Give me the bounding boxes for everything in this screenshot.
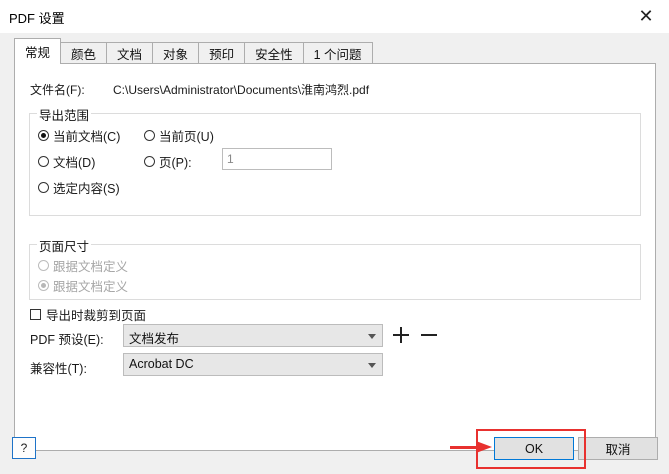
checkbox-unchecked-icon (30, 309, 41, 320)
filename-label: 文件名(F): (30, 83, 85, 97)
radio-checked-icon (38, 280, 49, 291)
radio-current-page-label: 当前页(U) (159, 130, 214, 144)
help-icon: ? (20, 441, 28, 455)
export-range-group: 导出范围 当前文档(C) 当前页(U) 文档(D) 页(P): 1 选定内容(S… (29, 105, 641, 216)
annotation-arrowhead-icon (476, 441, 492, 453)
radio-page-size-option-2[interactable]: 跟据文档定义 (38, 276, 128, 295)
ok-highlight-annotation (476, 429, 586, 469)
radio-current-page[interactable]: 当前页(U) (144, 126, 214, 145)
close-icon: ✕ (638, 5, 654, 26)
radio-documents[interactable]: 文档(D) (38, 152, 95, 171)
pdf-preset-value: 文档发布 (129, 332, 180, 346)
tab-security[interactable]: 安全性 (244, 42, 304, 64)
close-button[interactable]: ✕ (633, 4, 659, 28)
compatibility-label: 兼容性(T): (30, 362, 87, 376)
radio-pages[interactable]: 页(P): (144, 152, 192, 171)
tab-document[interactable]: 文档 (106, 42, 154, 64)
crop-to-page-checkbox[interactable]: 导出时裁剪到页面 (30, 305, 146, 324)
dialog-body: 常规 颜色 文档 对象 预印 安全性 1 个问题 文件名(F): C:\User… (0, 33, 669, 474)
compatibility-value: Acrobat DC (129, 357, 194, 371)
window-title: PDF 设置 (9, 11, 65, 26)
radio-page-size-option-1[interactable]: 跟据文档定义 (38, 256, 128, 275)
page-size-option-2-label: 跟据文档定义 (53, 280, 129, 294)
dropdown-arrow-icon (368, 334, 376, 339)
radio-unchecked-icon (38, 260, 49, 271)
filename-value: C:\Users\Administrator\Documents\淮南鸿烈.pd… (113, 83, 370, 97)
page-size-option-1-label: 跟据文档定义 (53, 260, 129, 274)
radio-unchecked-icon (38, 156, 49, 167)
tab-bar: 常规 颜色 文档 对象 预印 安全性 1 个问题 (14, 38, 373, 64)
tab-prepress[interactable]: 预印 (198, 42, 246, 64)
radio-checked-icon (38, 130, 49, 141)
radio-documents-label: 文档(D) (53, 156, 96, 170)
page-size-group: 页面尺寸 跟据文档定义 跟据文档定义 (29, 236, 641, 300)
radio-current-document-label: 当前文档(C) (53, 130, 121, 144)
tab-objects[interactable]: 对象 (152, 42, 200, 64)
cancel-button[interactable]: 取消 (578, 437, 658, 460)
radio-selection-label: 选定内容(S) (53, 182, 120, 196)
help-button[interactable]: ? (12, 437, 36, 459)
radio-selection[interactable]: 选定内容(S) (38, 178, 120, 197)
pdf-preset-label: PDF 预设(E): (30, 333, 104, 347)
radio-unchecked-icon (38, 182, 49, 193)
page-size-title: 页面尺寸 (37, 236, 92, 255)
dropdown-arrow-icon (368, 363, 376, 368)
radio-unchecked-icon (144, 130, 155, 141)
radio-unchecked-icon (144, 156, 155, 167)
tab-general[interactable]: 常规 (14, 38, 62, 64)
compatibility-select[interactable]: Acrobat DC (123, 353, 383, 376)
title-bar: PDF 设置 ✕ (0, 0, 669, 33)
general-panel: 文件名(F): C:\Users\Administrator\Documents… (14, 63, 656, 451)
export-range-title: 导出范围 (37, 105, 92, 124)
add-preset-button[interactable] (391, 325, 411, 345)
remove-preset-button[interactable] (419, 325, 439, 345)
crop-to-page-label: 导出时裁剪到页面 (46, 309, 147, 323)
pdf-preset-select[interactable]: 文档发布 (123, 324, 383, 347)
radio-pages-label: 页(P): (159, 156, 192, 170)
tab-issues[interactable]: 1 个问题 (302, 42, 373, 64)
pages-input[interactable]: 1 (222, 148, 332, 170)
tab-color[interactable]: 颜色 (60, 42, 108, 64)
radio-current-document[interactable]: 当前文档(C) (38, 126, 120, 145)
